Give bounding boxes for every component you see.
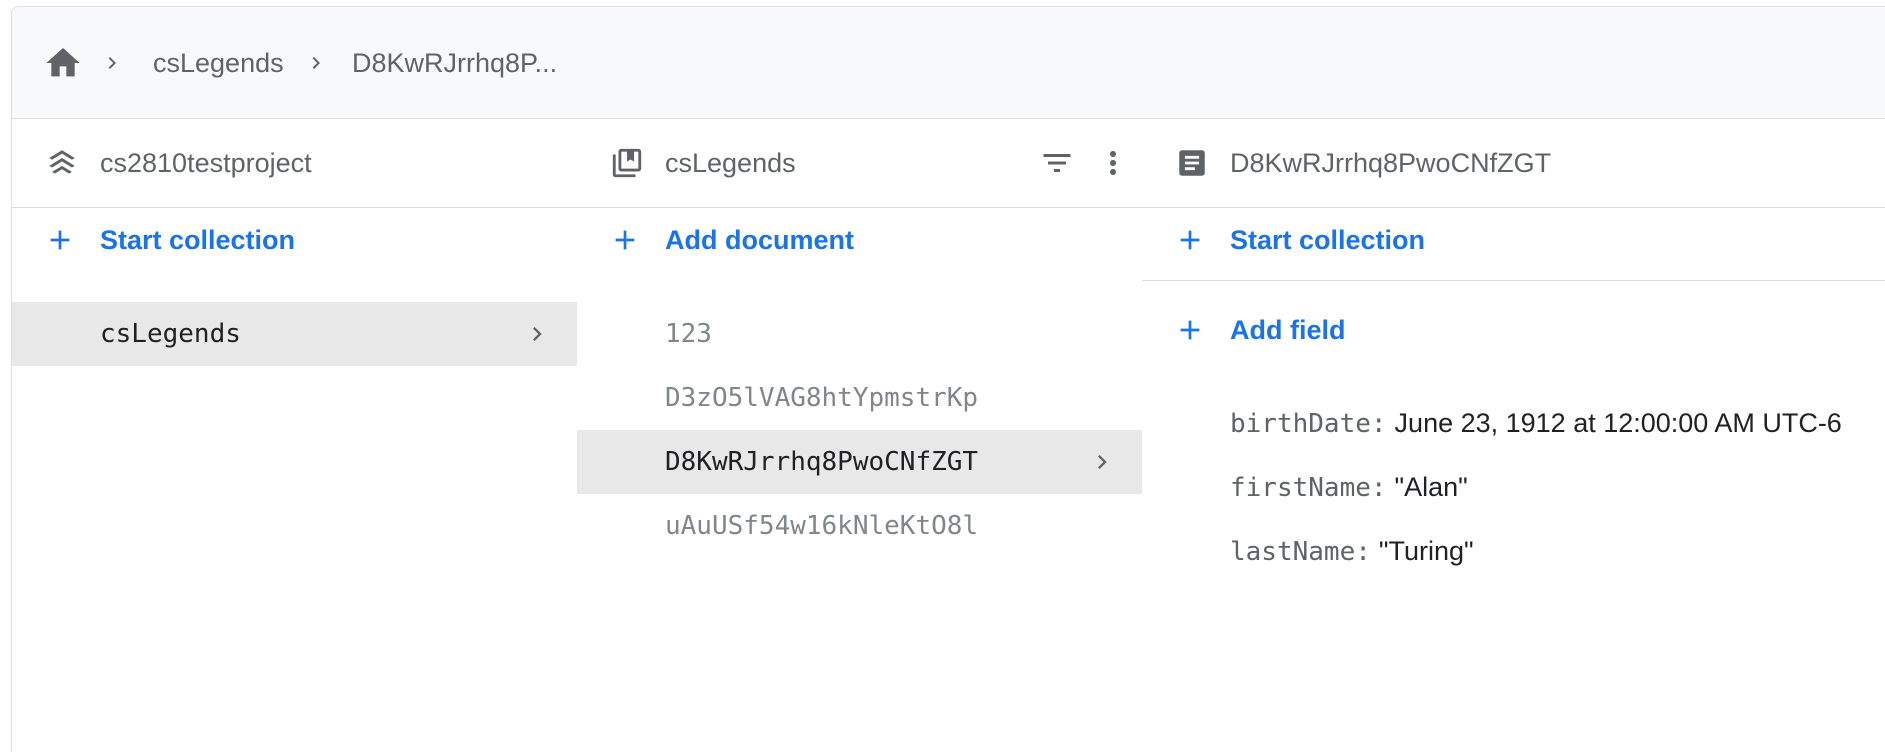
add-document-label: Add document [665,225,854,255]
project-title: cs2810testproject [100,148,312,178]
breadcrumb-item-collection[interactable]: csLegends [153,47,284,79]
field-row[interactable]: firstName: "Alan" [1230,470,1468,510]
chevron-right-icon [312,57,320,69]
document-id: uAuUSf54w16kNleKtO8l [665,511,979,541]
field-row[interactable]: lastName: "Turing" [1230,534,1474,574]
project-panel: cs2810testproject Start collection csLeg… [12,119,578,752]
chevron-right-icon [108,57,116,69]
collection-panel: csLegends Add document 123 D3zO5lVAG8htY… [577,119,1143,752]
collection-icon [612,148,642,178]
collection-panel-header: csLegends [577,119,1142,208]
field-value: "Turing" [1378,536,1474,566]
document-title: D8KwRJrrhq8PwoCNfZGT [1230,148,1552,178]
start-collection-button[interactable]: Start collection [12,208,577,272]
plus-icon [615,230,635,250]
field-key: birthDate: [1230,409,1387,439]
plus-icon [1180,320,1200,340]
firestore-stack-icon [49,150,75,174]
document-list-item[interactable]: D3zO5lVAG8htYpmstrKp [577,366,1142,430]
filter-icon[interactable] [1039,145,1075,181]
document-id: 123 [665,319,712,349]
breadcrumb: csLegends D8KwRJrrhq8P... [12,7,1885,119]
document-panel: D8KwRJrrhq8PwoCNfZGT Start collection Ad… [1142,119,1885,752]
start-collection-label: Start collection [100,225,296,255]
plus-icon [1180,230,1200,250]
document-list-item-selected[interactable]: D8KwRJrrhq8PwoCNfZGT [577,430,1142,494]
plus-icon [50,230,70,250]
field-value: June 23, 1912 at 12:00:00 AM UTC-6 [1394,408,1842,438]
add-document-button[interactable]: Add document [577,208,1142,272]
chevron-right-icon [1098,455,1107,469]
more-vert-icon[interactable] [1095,145,1131,181]
start-subcollection-button[interactable]: Start collection [1142,208,1885,281]
firestore-data-viewer: csLegends D8KwRJrrhq8P... cs2810testproj… [11,6,1885,752]
chevron-right-icon [533,327,542,341]
document-list-item[interactable]: 123 [577,302,1142,366]
start-subcollection-label: Start collection [1230,225,1426,255]
collection-name: csLegends [100,319,241,349]
document-id: D3zO5lVAG8htYpmstrKp [665,383,979,413]
document-list-item[interactable]: uAuUSf54w16kNleKtO8l [577,494,1142,558]
project-panel-header: cs2810testproject [12,119,577,208]
add-field-button[interactable]: Add field [1142,298,1885,362]
add-field-label: Add field [1230,315,1346,345]
field-row[interactable]: birthDate: June 23, 1912 at 12:00:00 AM U… [1230,406,1842,446]
field-value: "Alan" [1394,472,1468,502]
field-key: firstName: [1230,473,1387,503]
breadcrumb-item-document[interactable]: D8KwRJrrhq8P... [352,47,557,79]
collection-title: csLegends [665,148,796,178]
document-panel-header: D8KwRJrrhq8PwoCNfZGT [1142,119,1885,208]
document-id: D8KwRJrrhq8PwoCNfZGT [665,447,979,477]
field-key: lastName: [1230,537,1371,567]
document-icon [1179,150,1205,176]
collection-list-item[interactable]: csLegends [12,302,577,366]
home-icon[interactable] [43,43,83,83]
